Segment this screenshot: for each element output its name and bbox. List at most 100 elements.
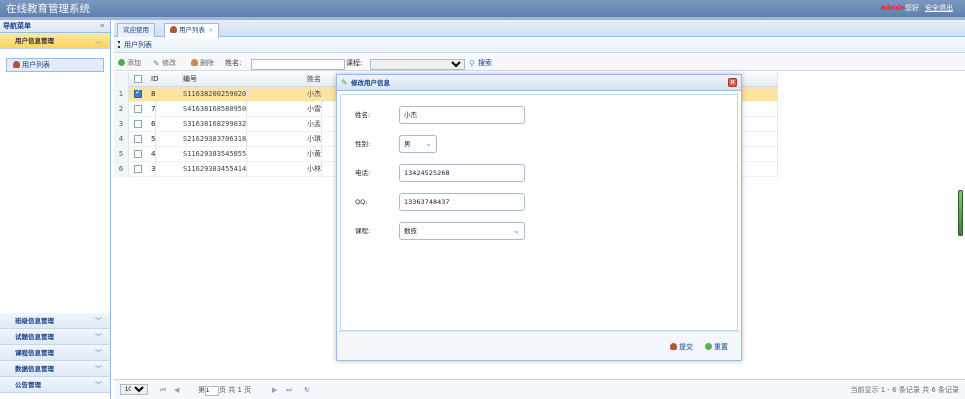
phone-label: 电话: (355, 169, 371, 177)
row-number: 3 (114, 117, 129, 132)
close-icon[interactable]: × (728, 78, 737, 87)
course-value: 数技 (404, 227, 417, 235)
grip-icon (118, 41, 120, 48)
prev-page-icon[interactable]: ◀ (174, 380, 179, 399)
logout-link[interactable]: 安全退出 (925, 4, 953, 12)
row-number: 2 (114, 102, 129, 117)
cell-id: 6 (151, 117, 157, 132)
first-page-icon[interactable]: ⏮ (160, 380, 166, 399)
header-id[interactable]: ID (151, 72, 183, 87)
add-label: 添加 (127, 59, 141, 67)
phone-field[interactable]: 13424525268 (399, 164, 525, 182)
cell-id: 3 (151, 162, 157, 177)
course-select[interactable] (370, 58, 465, 70)
phone-field-row: 电话: 13424525268 (355, 164, 525, 182)
pencil-icon: ✎ (153, 59, 160, 68)
qq-label: QQ: (355, 198, 368, 206)
course-select[interactable]: 数技 ⌄ (399, 222, 525, 240)
delete-label: 删除 (200, 59, 214, 67)
sidebar-item-user-list[interactable]: 用户列表 (6, 58, 104, 72)
collapse-icon[interactable]: « (99, 20, 105, 33)
section-class-info[interactable]: 班级信息管理 ︾ (0, 313, 110, 329)
cell-no: S41638168580950 (183, 102, 248, 117)
close-icon[interactable]: × (208, 26, 213, 34)
row-checkbox[interactable] (134, 165, 142, 173)
name-label: 姓名: (355, 111, 371, 119)
search-label: 搜索 (478, 59, 492, 67)
tab-strip: 欢迎使用 用户列表 × (114, 20, 965, 38)
name-field[interactable]: 小杰 (399, 106, 525, 124)
search-button[interactable]: ⚲ 搜索 (469, 57, 492, 69)
row-checkbox[interactable] (134, 120, 142, 128)
cell-name: 小黄 (307, 147, 322, 162)
gender-label: 性别: (355, 140, 371, 148)
header-name[interactable]: 姓名 (307, 72, 337, 87)
cell-id: 4 (151, 147, 157, 162)
course-filter (370, 57, 465, 70)
section-course-info[interactable]: 课程信息管理 ︾ (0, 345, 110, 361)
row-checkbox[interactable] (134, 135, 142, 143)
cell-no: S31638168299032 (183, 117, 248, 132)
row-checkbox[interactable] (134, 88, 142, 98)
chevron-down-icon: ︾ (95, 381, 102, 389)
chevron-down-icon: ︾ (95, 365, 102, 373)
cell-no: S11638200259020 (183, 87, 248, 102)
next-page-icon[interactable]: ▶ (272, 380, 277, 399)
cell-id: 8 (151, 87, 157, 102)
section-exam-info[interactable]: 试题信息管理 ︾ (0, 329, 110, 345)
username: admin (880, 4, 905, 12)
user-info: admin您好 安全退出 (881, 3, 953, 13)
delete-button[interactable]: 删除 (191, 57, 214, 69)
reset-label: 重置 (714, 343, 728, 351)
refresh-icon[interactable]: ↻ (304, 380, 310, 399)
dialog-form: 姓名: 小杰 性别: 男 ⌄ 电话: 13424525268 QQ: 133637… (340, 94, 738, 331)
row-number: 5 (114, 147, 129, 162)
pencil-icon: ✎ (341, 78, 348, 87)
row-checkbox[interactable] (134, 150, 142, 158)
search-icon: ⚲ (469, 59, 475, 68)
section-label: 公告管理 (15, 381, 41, 389)
cell-id: 5 (151, 132, 157, 147)
qq-field[interactable]: 13363748437 (399, 193, 525, 211)
app-title: 在线教育管理系统 (6, 3, 90, 15)
page-input[interactable] (205, 386, 219, 396)
row-number: 6 (114, 162, 129, 177)
section-body: 用户列表 (0, 49, 110, 296)
sidebar-title-text: 导航菜单 (3, 22, 31, 30)
page-size-select[interactable]: 10 (120, 384, 148, 395)
add-button[interactable]: 添加 (118, 57, 141, 69)
page-of: 页 共 1 页 (219, 386, 252, 394)
last-page-icon[interactable]: ⏭ (286, 380, 292, 399)
edit-button[interactable]: ✎ 修改 (153, 57, 176, 69)
edit-user-dialog: ✎ 修改用户信息 × 姓名: 小杰 性别: 男 ⌄ 电话: 13424525268… (336, 74, 742, 361)
user-icon (170, 26, 177, 33)
name-filter (251, 57, 345, 70)
page-scrollbar[interactable] (958, 190, 963, 236)
pager-summary: 当前显示 1 - 6 条记录 共 6 条记录 (850, 386, 959, 394)
tab-user-list[interactable]: 用户列表 × (164, 23, 220, 38)
cell-name: 小雷 (307, 102, 322, 117)
sidebar: 导航菜单 « 用户信息管理 ︽ 用户列表 班级信息管理 ︾ 试题信息管理 ︾ 课程信… (0, 20, 111, 399)
tab-welcome[interactable]: 欢迎使用 (117, 23, 155, 37)
page-label: 第 (198, 386, 205, 394)
submit-button[interactable]: 提交 (670, 341, 693, 353)
gender-select[interactable]: 男 ⌄ (399, 135, 437, 153)
name-search-input[interactable] (251, 58, 345, 70)
section-data-info[interactable]: 数据信息管理 ︾ (0, 361, 110, 377)
select-all-checkbox[interactable] (134, 75, 142, 83)
row-checkbox[interactable] (134, 105, 142, 113)
add-icon (118, 59, 125, 66)
section-notice[interactable]: 公告管理 ︾ (0, 377, 110, 393)
panel-title-text: 用户列表 (124, 41, 152, 49)
sidebar-item-label: 用户列表 (22, 61, 50, 69)
panel-title: 用户列表 (114, 38, 965, 53)
sidebar-title: 导航菜单 « (0, 20, 110, 33)
reset-icon (705, 343, 712, 350)
reset-button[interactable]: 重置 (705, 341, 728, 353)
header-no[interactable]: 编号 (183, 72, 307, 87)
gender-value: 男 (404, 140, 411, 148)
qq-field-row: QQ: 13363748437 (355, 193, 525, 211)
toolbar: 添加 ✎ 修改 删除 姓名: 课程: ⚲ 搜索 (114, 54, 965, 71)
grid-edge (777, 72, 778, 177)
section-user-info[interactable]: 用户信息管理 ︽ (0, 33, 110, 49)
